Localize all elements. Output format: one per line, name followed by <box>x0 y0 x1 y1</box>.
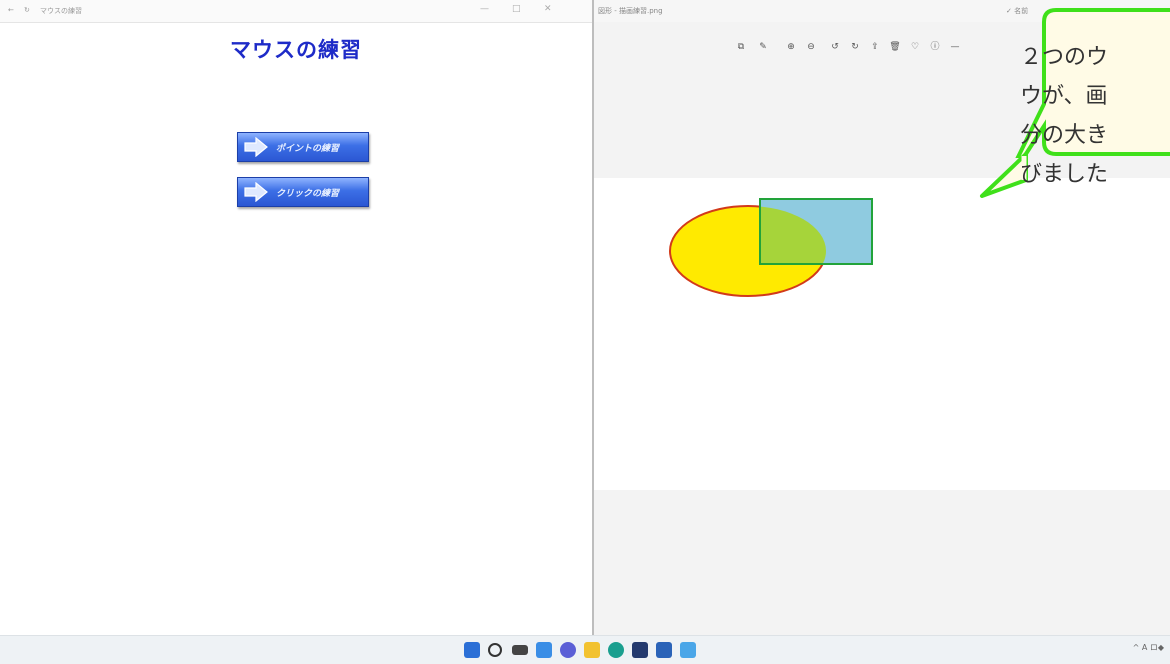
back-icon[interactable]: ← <box>8 6 14 14</box>
maximize-icon[interactable]: □ <box>512 4 521 14</box>
edge-icon[interactable] <box>608 642 624 658</box>
callout-line: びました <box>1020 162 1109 187</box>
page-title: マウスの練習 <box>230 38 362 62</box>
photos-icon[interactable] <box>656 642 672 658</box>
arrow-right-icon <box>244 137 268 157</box>
zoom-out-icon[interactable]: ⊖ <box>804 40 818 54</box>
callout-line: ウが、画 <box>1020 84 1108 109</box>
close-icon[interactable]: ✕ <box>544 4 552 14</box>
start-icon[interactable] <box>464 642 480 658</box>
browser-window: ← ↻ マウスの練習 — □ ✕ マウスの練習 ポイントの練習 クリックの練習 <box>0 0 593 635</box>
delete-icon[interactable]: 🗑 <box>888 40 902 54</box>
click-practice-button[interactable]: クリックの練習 <box>237 177 369 207</box>
zoom-in-icon[interactable]: ⊕ <box>784 40 798 54</box>
rotate-left-icon[interactable]: ↺ <box>828 40 842 54</box>
refresh-icon[interactable]: ↻ <box>24 6 30 14</box>
more-icon[interactable]: — <box>948 40 962 54</box>
store-icon[interactable] <box>632 642 648 658</box>
point-practice-label: ポイントの練習 <box>276 144 340 154</box>
favorite-icon[interactable]: ♡ <box>908 40 922 54</box>
system-tray[interactable]: ^ A ロ◆ <box>1133 642 1164 653</box>
left-titlebar: ← ↻ マウスの練習 — □ ✕ <box>0 0 592 23</box>
callout-text: ２つのウ ウが、画 分の大き びました <box>1020 38 1170 194</box>
app-icon[interactable] <box>680 642 696 658</box>
arrow-right-icon <box>244 182 268 202</box>
explorer-icon[interactable] <box>584 642 600 658</box>
minimize-icon[interactable]: — <box>480 4 489 14</box>
crop-icon[interactable]: ⧉ <box>734 40 748 54</box>
info-icon[interactable]: ⓘ <box>928 40 942 54</box>
file-name: 図形 - 描画練習.png <box>598 7 663 15</box>
edit-icon[interactable]: ✎ <box>756 40 770 54</box>
task-view-icon[interactable] <box>512 645 528 655</box>
window-title: マウスの練習 <box>40 7 82 15</box>
point-practice-button[interactable]: ポイントの練習 <box>237 132 369 162</box>
shapes-drawing <box>669 198 873 297</box>
taskbar: ^ A ロ◆ <box>0 635 1170 664</box>
widgets-icon[interactable] <box>536 642 552 658</box>
click-practice-label: クリックの練習 <box>276 189 340 199</box>
callout-line: ２つのウ <box>1020 45 1109 70</box>
share-icon[interactable]: ⇪ <box>868 40 882 54</box>
chat-icon[interactable] <box>560 642 576 658</box>
image-canvas <box>594 178 1170 490</box>
callout-line: 分の大き <box>1020 123 1109 148</box>
search-icon[interactable] <box>488 643 502 657</box>
rotate-right-icon[interactable]: ↻ <box>848 40 862 54</box>
